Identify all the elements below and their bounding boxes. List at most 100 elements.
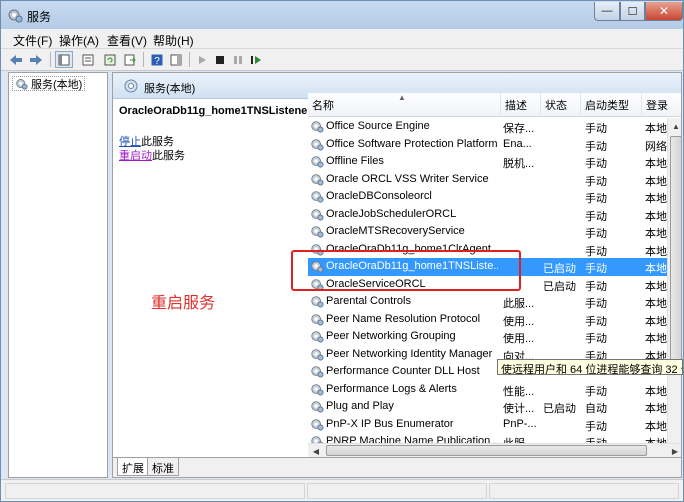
service-name: OracleJobSchedulerORCL [326,207,457,220]
service-gear-icon [311,156,324,168]
export-icon[interactable] [121,51,139,68]
service-startup-type: 手动 [585,385,607,398]
restart-service-link[interactable]: 重启动 [119,150,152,162]
service-logon: 本地 [645,245,667,258]
service-startup-type: 自动 [585,403,607,415]
service-gear-icon [311,313,324,326]
table-row[interactable]: OracleJobSchedulerORCL 手动 本地 [308,206,667,224]
service-startup-type: 手动 [585,158,607,170]
menu-bar: 文件(F) 操作(A) 查看(V) 帮助(H) [1,29,683,49]
restart-action: 重启动此服务 [119,147,185,163]
service-gear-icon [311,418,324,431]
selected-service-name: OracleOraDb11g_home1TNSListener [119,105,312,117]
tab-extended[interactable]: 扩展 [117,458,149,476]
close-button[interactable]: ✕ [645,2,683,21]
refresh-icon[interactable] [101,51,119,68]
show-hide-icon[interactable] [167,51,185,68]
service-logon: 本地 [645,210,667,223]
table-row[interactable]: Office Software Protection Platform Ena..… [308,136,667,154]
service-name: PnP-X IP Bus Enumerator [326,417,454,430]
tab-standard[interactable]: 标准 [147,458,179,476]
service-name: Office Software Protection Platform [326,137,498,150]
table-row[interactable]: Parental Controls 此服... 手动 本地 [308,293,667,311]
table-row[interactable]: OracleDBConsoleorcl 手动 本地 [308,188,667,206]
sort-up-icon: ▲ [398,93,406,102]
help-icon[interactable]: ? [148,51,166,68]
service-description: 性能... [503,385,535,398]
minimize-button[interactable]: — [594,2,620,21]
svg-text:?: ? [154,56,160,66]
service-gear-icon [311,138,324,151]
column-logon[interactable]: 登录 [642,93,681,117]
maximize-icon: ☐ [627,5,638,18]
detail-pane: OracleOraDb11g_home1TNSListener 停止此服务 重启… [113,99,312,457]
service-logon: 本地 [645,228,667,240]
menu-help[interactable]: 帮助(H) [153,32,194,49]
column-description[interactable]: 描述 [501,93,541,117]
vertical-scrollbar[interactable]: ▲ ▼ [667,118,681,457]
maximize-button[interactable]: ☐ [620,2,645,21]
vertical-scroll-thumb[interactable] [670,136,681,362]
service-status: 已启动 [543,403,576,415]
service-gear-icon [311,208,324,221]
table-row[interactable]: Peer Networking Grouping 使用... 手动 本地 [308,328,667,346]
table-row[interactable]: Performance Logs & Alerts 性能... 手动 本地 [308,381,667,399]
service-name: Office Source Engine [326,120,430,132]
menu-action[interactable]: 操作(A) [59,32,99,49]
service-status: 已启动 [543,280,576,293]
tree-item-services-local[interactable]: 服务(本地) [12,76,86,91]
service-logon: 本地 [645,315,667,328]
service-logon: 本地 [645,193,667,205]
service-startup-type: 手动 [585,228,607,240]
service-description: 脱机... [503,158,535,170]
column-status[interactable]: 状态 [541,93,581,117]
service-startup-type: 手动 [585,263,607,275]
table-row[interactable]: Offline Files 脱机... 手动 本地 [308,153,667,171]
window-title: 服务 [27,10,52,24]
start-icon[interactable] [193,51,211,68]
scroll-up-icon[interactable]: ▲ [668,118,681,134]
horizontal-scroll-thumb[interactable] [326,445,647,456]
horizontal-scrollbar[interactable]: ◀ ▶ [308,443,681,458]
table-row[interactable]: PnP-X IP Bus Enumerator PnP-... 手动 本地 [308,416,667,434]
service-description: 此服... [503,298,535,310]
scroll-right-icon[interactable]: ▶ [667,444,681,458]
properties-icon[interactable] [79,51,97,68]
service-startup-type: 手动 [585,420,607,433]
table-row[interactable]: OracleMTSRecoveryService 手动 本地 [308,223,667,241]
service-name: Peer Networking Identity Manager [326,347,493,360]
service-logon: 本地 [645,298,667,310]
service-gear-icon [311,296,324,308]
table-row[interactable]: Plug and Play 使计... 已启动 自动 本地 [308,398,667,416]
service-name: Parental Controls [326,295,411,307]
service-name: Peer Networking Grouping [326,330,456,342]
table-row[interactable]: Office Source Engine 保存... 手动 本地 [308,118,667,136]
scroll-left-icon[interactable]: ◀ [308,444,324,458]
services-app-icon [8,9,23,23]
description-tooltip: 使远程用户和 64 位进程能够查询 32 位 [497,359,683,375]
title-bar[interactable]: 服务 — ☐ ✕ [1,1,683,29]
table-row[interactable]: Oracle ORCL VSS Writer Service 手动 本地 [308,171,667,189]
service-gear-icon [311,173,324,186]
forward-arrow-icon[interactable] [27,51,45,68]
service-name: Peer Name Resolution Protocol [326,312,481,325]
service-startup-type: 手动 [585,193,607,205]
service-logon: 本地 [645,123,667,135]
service-gear-icon [311,331,324,343]
column-startup-type[interactable]: 启动类型 [581,93,642,117]
menu-view[interactable]: 查看(V) [107,32,147,49]
console-tree-icon[interactable] [55,51,73,68]
service-logon: 本地 [645,175,667,188]
restart-service-suffix: 此服务 [152,150,185,162]
menu-file[interactable]: 文件(F) [13,32,52,49]
service-gear-icon [311,366,324,378]
pause-icon[interactable] [229,51,247,68]
restart-icon[interactable] [247,51,265,68]
table-row[interactable]: Peer Name Resolution Protocol 使用... 手动 本地 [308,311,667,329]
service-name: Performance Logs & Alerts [326,382,457,395]
service-name: Oracle ORCL VSS Writer Service [326,172,489,185]
stop-icon[interactable] [211,51,229,68]
back-arrow-icon[interactable] [7,51,25,68]
highlight-box [291,250,521,291]
service-gear-icon [311,401,324,413]
